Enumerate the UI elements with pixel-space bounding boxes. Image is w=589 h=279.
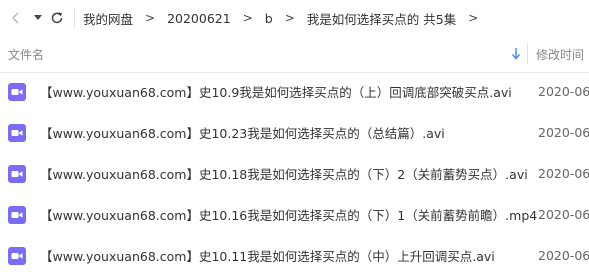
file-modified-date: 2020-06- [538,247,589,263]
caret-down-icon [34,15,42,20]
file-list-header: 文件名 修改时间 [0,36,589,73]
file-row[interactable]: 【www.youxuan68.com】史10.18我是如何选择买点的（下）2（关… [0,155,589,196]
file-name[interactable]: 【www.youxuan68.com】史10.16我是如何选择买点的（下）1（关… [40,196,537,232]
video-file-icon [8,206,26,224]
breadcrumb-item-root[interactable]: 我的网盘 [83,9,133,28]
breadcrumb-separator-icon: > [242,11,253,25]
breadcrumb-item-b[interactable]: b [265,11,273,26]
back-button[interactable] [4,0,28,36]
breadcrumb-item-current[interactable]: 我是如何选择买点的 共5集 [307,9,456,28]
column-divider[interactable] [527,44,528,64]
dropdown-button[interactable] [30,0,46,36]
file-name[interactable]: 【www.youxuan68.com】史10.9我是如何选择买点的（上）回调底部… [40,73,512,109]
file-modified-date: 2020-06- [538,83,589,99]
file-row[interactable]: 【www.youxuan68.com】史10.11我是如何选择买点的（中）上升回… [0,237,589,278]
toolbar: 我的网盘 > 20200621 > b > 我是如何选择买点的 共5集 > [0,0,589,36]
breadcrumb-separator-icon: > [468,11,479,25]
toolbar-divider [74,8,75,28]
video-file-icon [8,247,26,265]
column-header-name[interactable]: 文件名 [8,36,44,72]
breadcrumb-separator-icon: > [284,11,295,25]
chevron-left-icon [12,12,19,24]
file-row[interactable]: 【www.youxuan68.com】史10.23我是如何选择买点的（总结篇）.… [0,114,589,155]
file-modified-date: 2020-06- [538,124,589,140]
breadcrumb-item-date[interactable]: 20200621 [167,11,231,26]
video-file-icon [8,165,26,183]
refresh-icon [51,12,63,24]
video-file-icon [8,83,26,101]
video-file-icon [8,124,26,142]
file-list: 【www.youxuan68.com】史10.9我是如何选择买点的（上）回调底部… [0,73,589,278]
file-row[interactable]: 【www.youxuan68.com】史10.16我是如何选择买点的（下）1（关… [0,196,589,237]
file-row[interactable]: 【www.youxuan68.com】史10.9我是如何选择买点的（上）回调底部… [0,73,589,114]
file-modified-date: 2020-06- [538,165,589,181]
column-header-modified[interactable]: 修改时间 [536,36,584,72]
breadcrumb: 我的网盘 > 20200621 > b > 我是如何选择买点的 共5集 > [83,9,490,28]
refresh-button[interactable] [46,0,68,36]
file-name[interactable]: 【www.youxuan68.com】史10.18我是如何选择买点的（下）2（关… [40,155,528,191]
breadcrumb-separator-icon: > [145,11,156,25]
file-name[interactable]: 【www.youxuan68.com】史10.23我是如何选择买点的（总结篇）.… [40,114,445,150]
file-name[interactable]: 【www.youxuan68.com】史10.11我是如何选择买点的（中）上升回… [40,237,495,273]
sort-descending-icon[interactable] [510,47,522,61]
file-modified-date: 2020-06- [538,206,589,222]
